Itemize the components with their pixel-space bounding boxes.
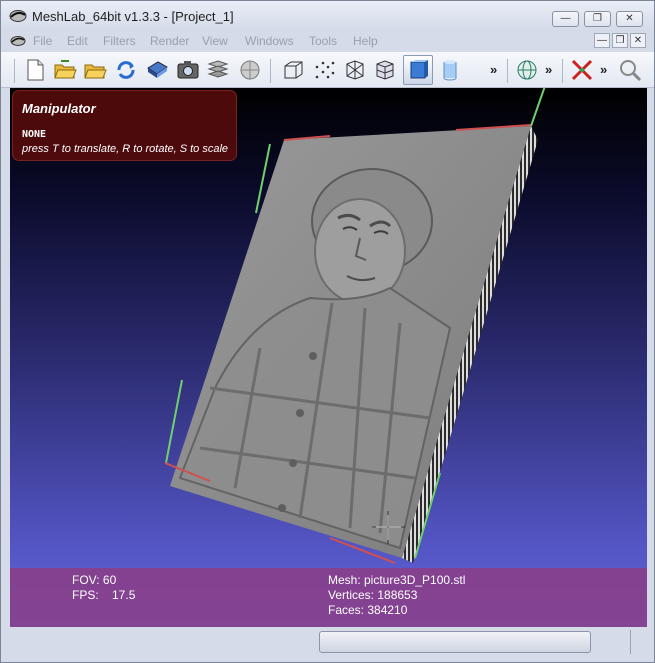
menu-tools[interactable]: Tools [309, 34, 337, 48]
layers-icon[interactable] [206, 58, 230, 82]
progress-bar [319, 631, 591, 653]
toolbar-grip [14, 59, 15, 83]
bounding-box-icon[interactable] [281, 58, 305, 82]
mesh-render[interactable] [10, 88, 647, 627]
fps-readout: FPS: 17.5 [72, 588, 136, 602]
menu-windows[interactable]: Windows [245, 34, 294, 48]
texture-icon[interactable] [238, 58, 262, 82]
menu-edit[interactable]: Edit [67, 34, 88, 48]
close-button[interactable]: ✕ [616, 11, 643, 27]
zoom-icon[interactable] [618, 58, 642, 82]
status-separator [630, 630, 631, 654]
menu-filters[interactable]: Filters [103, 34, 136, 48]
menu-file[interactable]: File [33, 34, 52, 48]
smooth-shading-icon[interactable] [438, 58, 462, 82]
manipulator-mode: NONE [22, 129, 47, 140]
open-project-icon[interactable] [53, 58, 77, 82]
reload-icon[interactable] [114, 58, 138, 82]
document-icon [10, 36, 26, 46]
meshlab-window: MeshLab_64bit v1.3.3 - [Project_1] — ❐ ✕… [0, 0, 655, 663]
maximize-button[interactable]: ❐ [584, 11, 611, 27]
status-bar [1, 628, 654, 662]
fov-readout: FOV: 60 [72, 573, 117, 587]
new-project-icon[interactable] [23, 58, 47, 82]
toolbar-overflow-1[interactable]: » [490, 62, 497, 77]
toolbar: » » » [1, 52, 654, 88]
mdi-restore-button[interactable]: ❐ [612, 33, 628, 48]
flat-shading-icon[interactable] [406, 58, 430, 82]
hidden-lines-icon[interactable] [373, 58, 397, 82]
toolbar-separator [562, 59, 563, 83]
save-icon[interactable] [145, 58, 169, 82]
menu-bar: File Edit Filters Render View Windows To… [1, 31, 654, 51]
toolbar-separator [507, 59, 508, 83]
toolbar-overflow-3[interactable]: » [600, 62, 607, 77]
open-mesh-icon[interactable] [83, 58, 107, 82]
toolbar-overflow-2[interactable]: » [545, 62, 552, 77]
vertices-readout: Vertices: 188653 [328, 588, 418, 602]
menu-view[interactable]: View [202, 34, 228, 48]
toolbar-separator [270, 59, 271, 83]
manipulator-title: Manipulator [22, 101, 96, 116]
manipulator-panel: Manipulator NONE press T to translate, R… [12, 90, 237, 161]
points-icon[interactable] [313, 58, 337, 82]
title-bar: MeshLab_64bit v1.3.3 - [Project_1] — ❐ ✕ [1, 1, 654, 31]
minimize-button[interactable]: — [552, 11, 579, 27]
wireframe-icon[interactable] [343, 58, 367, 82]
window-title: MeshLab_64bit v1.3.3 - [Project_1] [32, 9, 234, 24]
mdi-close-button[interactable]: ✕ [630, 33, 646, 48]
meshlab-logo-icon [9, 10, 27, 22]
viewport-info-bar: FOV: 60 FPS: 17.5 Mesh: picture3D_P100.s… [10, 568, 647, 627]
3d-viewport[interactable]: Manipulator NONE press T to translate, R… [10, 88, 647, 627]
mdi-minimize-button[interactable]: — [594, 33, 610, 48]
snapshot-icon[interactable] [176, 58, 200, 82]
mesh-name-readout: Mesh: picture3D_P100.stl [328, 573, 466, 587]
globe-icon[interactable] [515, 58, 539, 82]
menu-render[interactable]: Render [150, 34, 189, 48]
faces-readout: Faces: 384210 [328, 603, 408, 617]
manipulator-icon[interactable] [570, 58, 594, 82]
menu-help[interactable]: Help [353, 34, 378, 48]
manipulator-hint: press T to translate, R to rotate, S to … [22, 143, 229, 155]
